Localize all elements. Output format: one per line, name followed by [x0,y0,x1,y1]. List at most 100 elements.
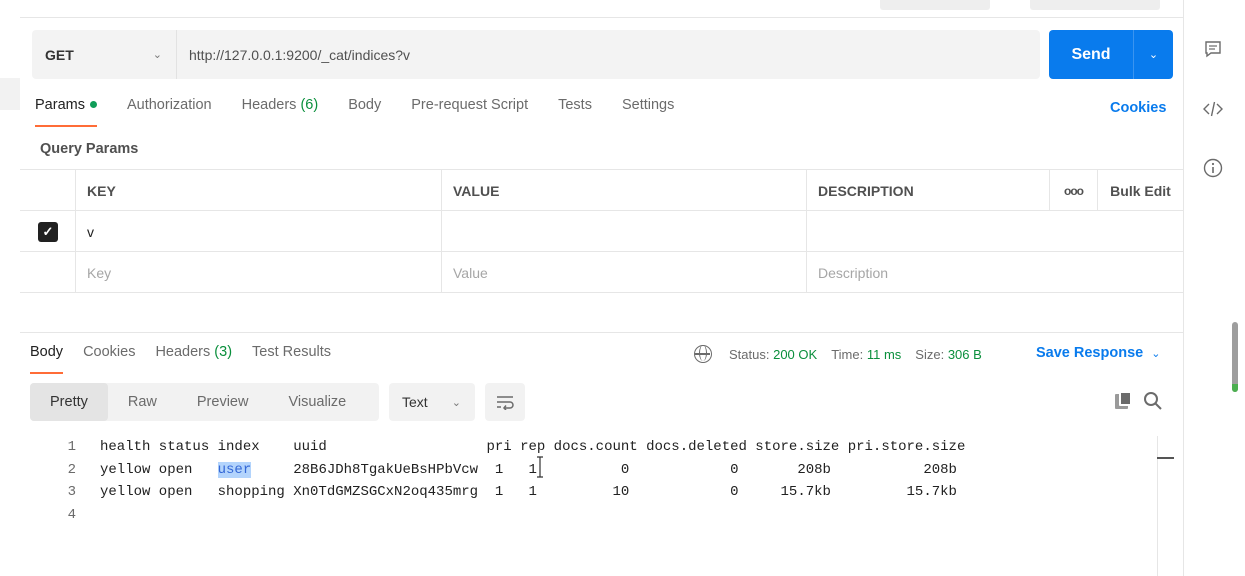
chevron-down-icon: ⌄ [1151,348,1161,360]
key-placeholder[interactable]: Key [75,252,441,293]
column-header-key: KEY [75,170,441,211]
tab-response-headers-label: Headers [155,344,211,360]
send-button[interactable]: Send ⌄ [1049,30,1173,79]
right-scrollbar-thumb[interactable] [1232,322,1238,392]
checkbox-checked-icon[interactable]: ✓ [38,221,58,242]
tab-headers-label: Headers [241,97,297,113]
copy-icon[interactable] [1115,391,1133,409]
right-sidebar [1184,0,1245,576]
save-response-button[interactable]: Save Response ⌄ [1036,345,1160,361]
line-text-pre: yellow open [100,461,218,478]
response-tabs: Body Cookies Headers (3) Test Results [30,344,351,374]
globe-icon[interactable] [694,345,712,363]
line-text[interactable]: health status index uuid pri rep docs.co… [100,436,965,459]
size-info[interactable]: Size: 306 B [915,347,982,362]
line-number: 3 [67,484,76,500]
text-cursor-icon [537,456,543,478]
time-label: Time: [831,346,864,362]
tab-response-cookies-label: Cookies [83,344,136,360]
chevron-down-icon[interactable]: ⌄ [1134,48,1173,61]
tab-prerequest-label: Pre-request Script [411,97,529,113]
view-pretty[interactable]: Pretty [30,383,108,421]
table-row-empty: Key Value Description [20,252,1183,293]
status-label: Status: [729,346,770,362]
table-header-row: KEY VALUE DESCRIPTION ooo Bulk Edit [20,170,1183,211]
table-row: ✓ v [20,211,1183,252]
tab-settings[interactable]: Settings [622,97,674,127]
tab-tests[interactable]: Tests [558,97,592,127]
tab-response-body[interactable]: Body [30,344,64,374]
code-line: 3 yellow open shopping Xn0TdGMZSGCxN2oq4… [20,481,1160,504]
tab-response-cookies[interactable]: Cookies [83,344,135,374]
scrollbar-tip [1232,384,1238,392]
column-header-value: VALUE [441,170,806,211]
headers-count: (6) [300,97,319,113]
info-icon[interactable] [1202,157,1224,179]
editor-scrollbar[interactable] [1157,436,1174,576]
param-key-cell[interactable]: v [75,211,441,252]
bulk-edit-link[interactable]: Bulk Edit [1097,170,1183,211]
request-tabs: Params Authorization Headers (6) Body Pr… [35,97,704,127]
header-check-cell [20,170,76,211]
tab-test-results[interactable]: Test Results [252,344,331,374]
response-headers-count: (3) [214,344,233,360]
scroll-marker [1157,457,1174,459]
search-icon[interactable] [1143,391,1163,411]
method-select[interactable]: GET ⌄ [32,30,177,79]
save-response-label: Save Response [1036,345,1144,361]
tab-prerequest-script[interactable]: Pre-request Script [411,97,528,127]
time-value: 11 ms [866,346,902,362]
top-tab-strip [20,0,1183,18]
more-options-icon[interactable]: ooo [1049,170,1097,211]
copy-icon-front [1119,391,1132,406]
line-text-post: 28B6JDh8TgakUeBsHPbVcw 1 1 0 0 208b 208b [251,461,957,478]
tab-response-headers[interactable]: Headers (3) [155,344,232,374]
line-number: 2 [67,461,76,478]
tab-authorization-label: Authorization [126,97,212,113]
line-text-pre: yellow open shopping Xn0TdGMZSGCxN2oq435… [100,484,957,500]
tab-ghost [880,0,990,10]
tab-body-label: Body [348,97,382,113]
tab-response-body-label: Body [30,344,64,360]
description-placeholder[interactable]: Description [806,252,1049,293]
sidebar-shade [0,78,20,110]
tab-params[interactable]: Params [35,97,97,127]
tab-ghost [1030,0,1160,10]
size-value: 306 B [947,346,982,362]
cookies-link[interactable]: Cookies [1110,100,1166,116]
text-selection[interactable]: user [217,461,252,478]
tab-tests-label: Tests [558,97,592,113]
value-placeholder[interactable]: Value [441,252,806,293]
param-description-cell[interactable] [806,211,1049,252]
left-sidebar-edge [0,0,20,576]
panel-divider[interactable] [20,293,1183,333]
time-info[interactable]: Time: 11 ms [831,347,901,362]
status-value: 200 OK [773,346,818,362]
tab-authorization[interactable]: Authorization [127,97,212,127]
code-icon[interactable] [1202,98,1224,120]
line-number: 4 [67,506,76,523]
request-panel: GET ⌄ Send ⌄ Params Authorization Header… [20,0,1183,576]
response-body-editor[interactable]: 1 health status index uuid pri rep docs.… [20,436,1160,576]
view-preview[interactable]: Preview [177,383,269,421]
wrap-lines-glyph [497,396,514,410]
url-input[interactable] [177,30,1040,79]
tab-headers[interactable]: Headers (6) [242,97,319,127]
tab-body[interactable]: Body [348,97,381,127]
status-info[interactable]: Status: 200 OK [729,347,817,362]
format-select[interactable]: Text ⌄ [389,383,475,421]
param-value-cell[interactable] [441,211,806,252]
row-check-cell: ✓ [20,211,76,252]
line-text[interactable]: yellow open shopping Xn0TdGMZSGCxN2oq435… [100,481,957,504]
comment-icon[interactable] [1202,38,1224,60]
format-label: Text [402,394,428,410]
line-text[interactable]: yellow open user 28B6JDh8TgakUeBsHPbVcw … [100,459,957,482]
view-raw[interactable]: Raw [108,383,177,421]
tab-settings-label: Settings [621,97,675,113]
chevron-down-icon: ⌄ [451,396,461,409]
wrap-lines-icon[interactable] [485,383,525,421]
tab-test-results-label: Test Results [252,344,332,360]
view-visualize[interactable]: Visualize [268,383,366,421]
postman-window: GET ⌄ Send ⌄ Params Authorization Header… [0,0,1245,576]
tab-params-label: Params [35,97,85,113]
